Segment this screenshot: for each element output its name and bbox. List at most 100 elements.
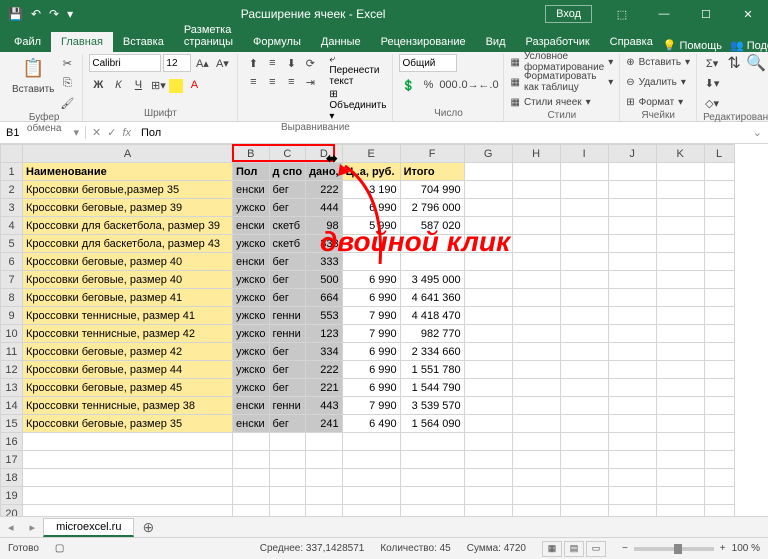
cell[interactable] xyxy=(464,379,512,397)
cell[interactable]: 6 990 xyxy=(342,271,400,289)
save-icon[interactable]: 💾 xyxy=(8,7,23,21)
cell[interactable] xyxy=(608,289,656,307)
orientation-icon[interactable]: ⟳ xyxy=(301,54,319,72)
cell[interactable] xyxy=(464,361,512,379)
cell[interactable] xyxy=(464,325,512,343)
column-header-H[interactable]: H xyxy=(512,145,560,163)
cell[interactable]: Кроссовки беговые, размер 40 xyxy=(23,271,233,289)
row-header[interactable]: 20 xyxy=(1,505,23,517)
border-button[interactable]: ⊞▾ xyxy=(149,76,167,94)
cell[interactable] xyxy=(512,487,560,505)
cell[interactable]: генни xyxy=(269,397,306,415)
cell[interactable] xyxy=(269,433,306,451)
cell[interactable] xyxy=(560,163,608,181)
tab-formulas[interactable]: Формулы xyxy=(243,32,311,52)
cell[interactable] xyxy=(656,397,704,415)
close-icon[interactable]: ✕ xyxy=(728,0,768,28)
cell[interactable] xyxy=(400,451,464,469)
cell[interactable]: ужско xyxy=(233,271,270,289)
column-header-K[interactable]: K xyxy=(656,145,704,163)
cell[interactable] xyxy=(656,361,704,379)
column-header-C[interactable]: C xyxy=(269,145,306,163)
cell[interactable]: Кроссовки теннисные, размер 38 xyxy=(23,397,233,415)
cell[interactable] xyxy=(560,289,608,307)
row-header[interactable]: 3 xyxy=(1,199,23,217)
tab-data[interactable]: Данные xyxy=(311,32,371,52)
cell[interactable]: 334 xyxy=(306,343,343,361)
cell[interactable] xyxy=(560,199,608,217)
paste-button[interactable]: 📋 Вставить xyxy=(12,54,54,95)
cell[interactable]: 444 xyxy=(306,199,343,217)
cell[interactable]: ужско xyxy=(233,379,270,397)
view-page-icon[interactable]: ▤ xyxy=(564,541,584,557)
cell[interactable]: 704 990 xyxy=(400,181,464,199)
cell[interactable]: Кроссовки для баскетбола, размер 39 xyxy=(23,217,233,235)
decrease-font-icon[interactable]: A▾ xyxy=(213,54,231,72)
cell[interactable]: ужско xyxy=(233,325,270,343)
expand-formula-icon[interactable]: ⌄ xyxy=(747,126,768,139)
cell[interactable] xyxy=(464,487,512,505)
cell[interactable]: 4 641 360 xyxy=(400,289,464,307)
cell[interactable]: 123 xyxy=(306,325,343,343)
cell[interactable]: бег xyxy=(269,379,306,397)
conditional-format-button[interactable]: ▦ Условное форматирование▾ xyxy=(510,54,613,70)
cell[interactable] xyxy=(306,469,343,487)
column-header-A[interactable]: A xyxy=(23,145,233,163)
cell[interactable]: бег xyxy=(269,199,306,217)
cell[interactable] xyxy=(608,451,656,469)
cell[interactable]: ужско xyxy=(233,343,270,361)
cell[interactable] xyxy=(560,433,608,451)
cell[interactable]: 664 xyxy=(306,289,343,307)
cell[interactable] xyxy=(512,307,560,325)
align-bottom-icon[interactable]: ⬇ xyxy=(282,54,300,72)
column-header-G[interactable]: G xyxy=(464,145,512,163)
share-action[interactable]: 👥 Поделиться xyxy=(730,39,768,52)
cell[interactable]: ужско xyxy=(233,289,270,307)
align-right-icon[interactable]: ≡ xyxy=(282,73,300,91)
indent-icon[interactable]: ⇥ xyxy=(301,73,319,91)
cell[interactable] xyxy=(512,343,560,361)
cell[interactable] xyxy=(560,343,608,361)
row-header[interactable]: 11 xyxy=(1,343,23,361)
format-table-button[interactable]: ▦ Форматировать как таблицу▾ xyxy=(510,74,613,90)
cell[interactable] xyxy=(342,487,400,505)
sheet-nav-next[interactable]: ▸ xyxy=(22,521,44,534)
cell[interactable] xyxy=(400,253,464,271)
cell[interactable] xyxy=(704,199,734,217)
cell[interactable] xyxy=(464,217,512,235)
cell[interactable] xyxy=(512,199,560,217)
cell[interactable]: 6 990 xyxy=(342,199,400,217)
cell[interactable] xyxy=(608,469,656,487)
column-header-I[interactable]: I xyxy=(560,145,608,163)
percent-icon[interactable]: % xyxy=(419,76,437,94)
cell[interactable]: 333 xyxy=(306,253,343,271)
cell[interactable]: Кроссовки для баскетбола, размер 43 xyxy=(23,235,233,253)
ribbon-options-icon[interactable]: ⬚ xyxy=(602,0,642,28)
cell[interactable] xyxy=(23,487,233,505)
cell[interactable] xyxy=(656,253,704,271)
row-header[interactable]: 14 xyxy=(1,397,23,415)
cell[interactable]: Кроссовки беговые, размер 40 xyxy=(23,253,233,271)
cell[interactable]: енски xyxy=(233,181,270,199)
cell[interactable]: ужско xyxy=(233,199,270,217)
cell[interactable] xyxy=(512,271,560,289)
cell[interactable] xyxy=(704,343,734,361)
fill-color-button[interactable] xyxy=(169,79,183,93)
row-header[interactable]: 4 xyxy=(1,217,23,235)
select-all-corner[interactable] xyxy=(1,145,23,163)
cell[interactable] xyxy=(704,271,734,289)
cell[interactable] xyxy=(560,469,608,487)
row-header[interactable]: 16 xyxy=(1,433,23,451)
row-header[interactable]: 10 xyxy=(1,325,23,343)
cell[interactable]: 587 020 xyxy=(400,217,464,235)
cell[interactable]: 3 190 xyxy=(342,181,400,199)
align-center-icon[interactable]: ≡ xyxy=(263,73,281,91)
cell[interactable] xyxy=(23,451,233,469)
column-header-B[interactable]: B xyxy=(233,145,270,163)
cell[interactable] xyxy=(342,469,400,487)
fill-icon[interactable]: ⬇▾ xyxy=(703,74,721,92)
cell[interactable] xyxy=(400,433,464,451)
cell[interactable] xyxy=(306,505,343,517)
cell[interactable] xyxy=(656,379,704,397)
cell[interactable]: 7 990 xyxy=(342,325,400,343)
